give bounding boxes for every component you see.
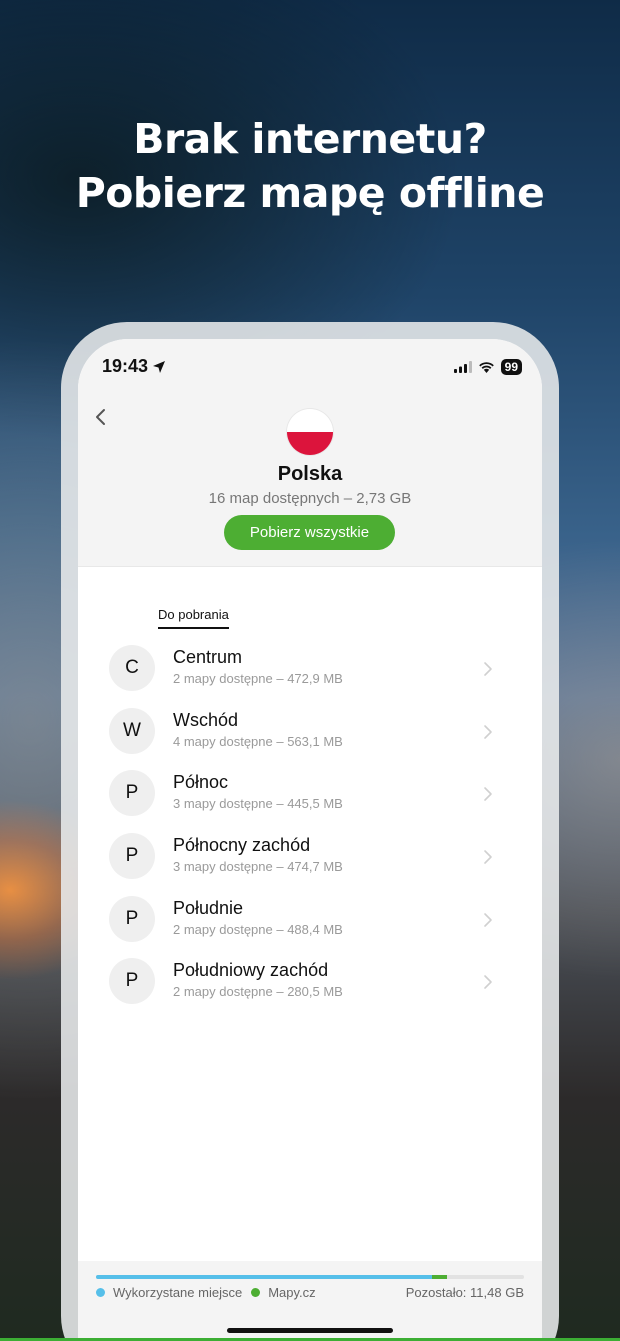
region-details: 4 mapy dostępne – 563,1 MB xyxy=(173,733,343,749)
status-time-label: 19:43 xyxy=(102,356,149,376)
region-name: Centrum xyxy=(173,647,243,667)
promo-headline: Brak internetu? Pobierz mapę offline xyxy=(0,112,620,220)
region-name: Wschód xyxy=(173,709,239,730)
region-row-centrum[interactable]: C Centrum 2 mapy dostępne – 472,9 MB xyxy=(78,637,542,700)
region-initial: C xyxy=(109,645,155,691)
remaining-space: Pozostało: 11,48 GB xyxy=(405,1285,524,1300)
region-name: Południowy zachód xyxy=(173,960,329,981)
location-arrow-icon xyxy=(153,360,166,373)
region-row-polnocny-zachod[interactable]: P Północny zachód 3 mapy dostępne – 474,… xyxy=(78,825,542,888)
region-details: 2 mapy dostępne – 488,4 MB xyxy=(173,921,343,937)
region-initial: P xyxy=(109,770,155,817)
region-initial: P xyxy=(109,895,155,942)
wifi-icon xyxy=(478,362,494,373)
used-space-dot xyxy=(96,1288,105,1297)
used-space-label: Wykorzystane miejsce xyxy=(113,1285,243,1300)
storage-bar xyxy=(96,1275,524,1279)
country-summary: 16 map dostępnych – 2,73 GB xyxy=(208,490,412,507)
region-initial: W xyxy=(109,707,155,754)
poland-flag-icon xyxy=(287,409,333,455)
app-space-dot xyxy=(251,1288,261,1297)
region-name: Południe xyxy=(173,897,244,918)
region-details: 2 mapy dostępne – 280,5 MB xyxy=(173,984,343,1000)
app-space-label: Mapy.cz xyxy=(268,1285,316,1300)
region-list: C Centrum 2 mapy dostępne – 472,9 MB W W… xyxy=(78,637,542,1013)
region-name: Północny zachód xyxy=(173,835,311,856)
region-initial: P xyxy=(109,833,155,880)
chevron-right-icon xyxy=(484,787,492,802)
storage-app-fill xyxy=(431,1275,447,1279)
chevron-right-icon xyxy=(484,912,492,927)
status-indicators: 99 xyxy=(453,359,522,375)
status-time: 19:43 xyxy=(102,356,166,377)
region-row-wschod[interactable]: W Wschód 4 mapy dostępne – 563,1 MB xyxy=(78,700,542,763)
region-details: 3 mapy dostępne – 445,5 MB xyxy=(173,796,343,812)
chevron-right-icon xyxy=(484,850,492,864)
phone-screen: 19:43 99 Polska 16 map dostępnych – 2,73… xyxy=(78,339,542,1341)
download-all-button[interactable]: Pobierz wszystkie xyxy=(224,515,395,550)
chevron-right-icon xyxy=(484,975,492,990)
battery-indicator: 99 xyxy=(500,359,522,375)
chevron-right-icon xyxy=(484,662,492,676)
storage-legend: Wykorzystane miejsce Mapy.cz xyxy=(96,1285,316,1300)
headline-line-1: Brak internetu? xyxy=(133,115,487,163)
region-row-poludniowy-zachod[interactable]: P Południowy zachód 2 mapy dostępne – 28… xyxy=(78,950,542,1013)
region-row-poludnie[interactable]: P Południe 2 mapy dostępne – 488,4 MB xyxy=(78,888,542,951)
chevron-right-icon xyxy=(484,724,492,739)
region-row-polnoc[interactable]: P Północ 3 mapy dostępne – 445,5 MB xyxy=(78,762,542,825)
country-name: Polska xyxy=(277,463,343,485)
home-indicator xyxy=(227,1328,393,1333)
storage-used-fill xyxy=(96,1275,432,1279)
signal-icon xyxy=(453,361,472,373)
region-initial: P xyxy=(109,958,155,1005)
back-arrow-icon[interactable] xyxy=(92,405,110,429)
headline-line-2: Pobierz mapę offline xyxy=(75,169,545,217)
region-details: 3 mapy dostępne – 474,7 MB xyxy=(173,859,343,875)
region-name: Północ xyxy=(173,772,229,793)
region-details: 2 mapy dostępne – 472,9 MB xyxy=(173,671,343,686)
tab-to-download[interactable]: Do pobrania xyxy=(158,607,229,629)
